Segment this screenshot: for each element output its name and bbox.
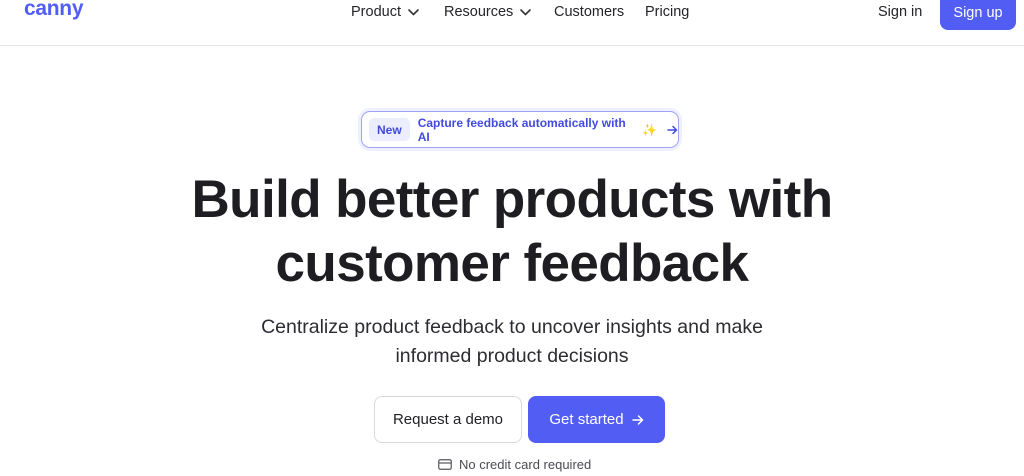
hero-headline-line1: Build better products with: [191, 170, 834, 229]
no-credit-card-text: No credit card required: [459, 457, 592, 472]
hero-headline-line2: customer feedback: [275, 234, 749, 293]
chevron-down-icon: [520, 8, 532, 16]
hero-subheading-line1: Centralize product feedback to uncover i…: [261, 316, 763, 338]
announcement-text: Capture feedback automatically with AI: [417, 115, 626, 144]
credit-card-icon: [438, 459, 452, 470]
no-credit-card-note: No credit card required: [438, 457, 591, 472]
hero-headline: Build better products with customer feed…: [0, 168, 1024, 296]
new-badge: New: [369, 118, 410, 141]
nav-customers-label: Customers: [554, 4, 625, 20]
request-demo-label: Request a demo: [392, 411, 504, 428]
hero-subheading-line2: informed product decisions: [395, 345, 629, 367]
canny-logo[interactable]: canny: [24, 0, 84, 21]
nav-product[interactable]: Product: [351, 4, 419, 20]
nav-product-label: Product: [351, 4, 401, 20]
sign-up-button[interactable]: Sign up: [940, 0, 1016, 30]
nav-customers[interactable]: Customers: [554, 4, 624, 20]
get-started-button[interactable]: Get started: [528, 396, 665, 443]
request-demo-button[interactable]: Request a demo: [374, 396, 522, 443]
arrow-right-icon: [667, 125, 678, 135]
sparkle-icon: ✨: [642, 122, 657, 137]
top-navigation-bar: canny Product Resources Customers Pricin…: [0, 0, 1024, 46]
arrow-right-icon: [631, 414, 644, 425]
chevron-down-icon: [408, 8, 419, 16]
hero-subheading: Centralize product feedback to uncover i…: [0, 313, 1024, 371]
sign-in-link[interactable]: Sign in: [878, 4, 922, 20]
get-started-label: Get started: [549, 411, 624, 428]
nav-resources[interactable]: Resources: [444, 4, 532, 20]
nav-pricing-label: Pricing: [645, 4, 690, 20]
announcement-banner[interactable]: New Capture feedback automatically with …: [361, 111, 679, 148]
nav-resources-label: Resources: [444, 4, 514, 20]
nav-pricing[interactable]: Pricing: [645, 4, 689, 20]
